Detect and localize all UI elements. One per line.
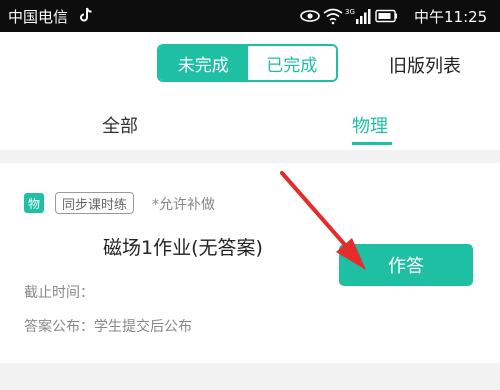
homework-type-tag: 同步课时练	[55, 192, 135, 214]
network-type-label: 3G	[345, 8, 355, 16]
tab-physics[interactable]: 物理	[352, 112, 388, 138]
allow-late-note: *允许补做	[152, 197, 215, 213]
clock: 中午11:25	[414, 8, 488, 26]
status-segmented-control: 未完成 已完成	[157, 44, 338, 82]
battery-icon	[375, 9, 397, 23]
carrier-label: 中国电信	[8, 8, 69, 26]
eye-icon	[300, 10, 320, 22]
segment-incomplete[interactable]: 未完成	[159, 46, 248, 80]
tab-all[interactable]: 全部	[102, 112, 138, 138]
subject-badge: 物	[24, 193, 44, 213]
answer-button[interactable]: 作答	[339, 244, 473, 286]
wifi-icon	[323, 8, 343, 25]
header: 未完成 已完成 旧版列表 全部 物理	[0, 32, 500, 150]
signal-icon	[356, 9, 371, 24]
homework-card: 物 同步课时练 *允许补做 磁场1作业(无答案) 截止时间： 答案公布：学生提交…	[0, 163, 500, 363]
old-list-link[interactable]: 旧版列表	[389, 52, 461, 78]
homework-title: 磁场1作业(无答案)	[103, 237, 263, 259]
tiktok-icon	[80, 7, 92, 22]
answer-publish-label: 答案公布：学生提交后公布	[24, 319, 192, 335]
segment-completed[interactable]: 已完成	[247, 46, 336, 80]
status-bar: 中国电信 3G 中午11:25	[0, 0, 500, 32]
active-tab-indicator	[352, 142, 392, 145]
status-icons: 3G	[300, 8, 397, 25]
deadline-label: 截止时间：	[24, 285, 94, 301]
